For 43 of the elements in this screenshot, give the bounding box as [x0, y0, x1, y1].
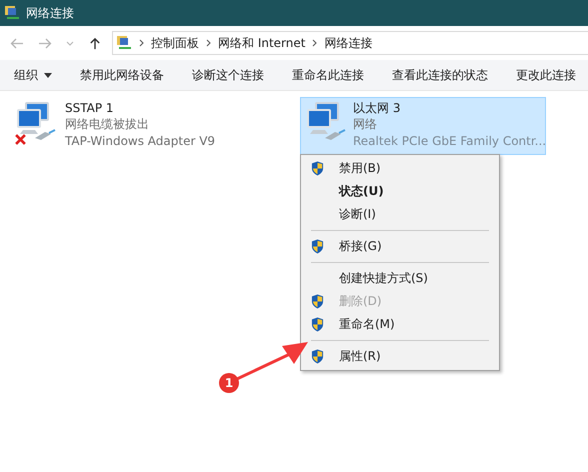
menu-item[interactable]: 属性(R): [301, 345, 499, 368]
toolbar-button[interactable]: 查看此连接的状态: [378, 60, 502, 90]
error-x-icon: [15, 134, 26, 145]
menu-item[interactable]: 创建快捷方式(S): [301, 267, 499, 290]
shield-icon: [311, 317, 324, 332]
caret-icon[interactable]: [66, 40, 74, 46]
menu-item[interactable]: 状态(U): [301, 180, 499, 203]
breadcrumb[interactable]: 网络连接: [324, 34, 372, 52]
connection-item[interactable]: 以太网 3 网络 Realtek PCIe GbE Family Contr...: [300, 97, 546, 155]
menu-item[interactable]: 桥接(G): [301, 235, 499, 258]
breadcrumb[interactable]: 控制面板: [151, 34, 199, 52]
network-folder-icon: [4, 5, 20, 21]
back-arrow-icon[interactable]: [10, 36, 24, 50]
connection-item[interactable]: SSTAP 1 网络电缆被拔出 TAP-Windows Adapter V9: [10, 97, 256, 155]
up-arrow-icon[interactable]: [88, 36, 102, 50]
shield-icon: [311, 294, 324, 309]
shield-icon: [311, 161, 324, 176]
menu-item[interactable]: 诊断(I): [301, 203, 499, 226]
caret-icon: [44, 72, 52, 78]
connection-name: SSTAP 1: [65, 100, 115, 116]
adapter-name: Realtek PCIe GbE Family Contr...: [353, 133, 546, 150]
toolbar-button[interactable]: 组织: [0, 60, 66, 90]
chevron-icon: [139, 39, 144, 47]
shield-icon: [311, 349, 324, 364]
adapter-name: TAP-Windows Adapter V9: [65, 133, 216, 150]
chevron-icon: [312, 39, 318, 47]
connection-name: 以太网 3: [353, 100, 402, 116]
connection-status: 网络: [353, 116, 378, 133]
forward-arrow-icon[interactable]: [38, 36, 52, 50]
annotation-badge: 1: [219, 373, 239, 393]
shield-icon: [311, 239, 324, 254]
breadcrumb[interactable]: 网络和 Internet: [218, 34, 306, 52]
toolbar-button[interactable]: 诊断这个连接: [178, 60, 278, 90]
connection-status: 网络电缆被拔出: [65, 116, 150, 133]
menu-item[interactable]: 重命名(M): [301, 313, 499, 336]
toolbar-button[interactable]: 重命名此连接: [278, 60, 378, 90]
menu-item[interactable]: 禁用(B): [301, 157, 499, 180]
chevron-icon: [206, 39, 211, 47]
address-bar[interactable]: 控制面板 网络和 Internet 网络连接: [112, 31, 588, 55]
toolbar-button[interactable]: 禁用此网络设备: [66, 60, 178, 90]
toolbar-button[interactable]: 更改此连接: [502, 60, 588, 90]
window-title: 网络连接: [26, 4, 74, 22]
network-folder-icon: [116, 35, 132, 51]
